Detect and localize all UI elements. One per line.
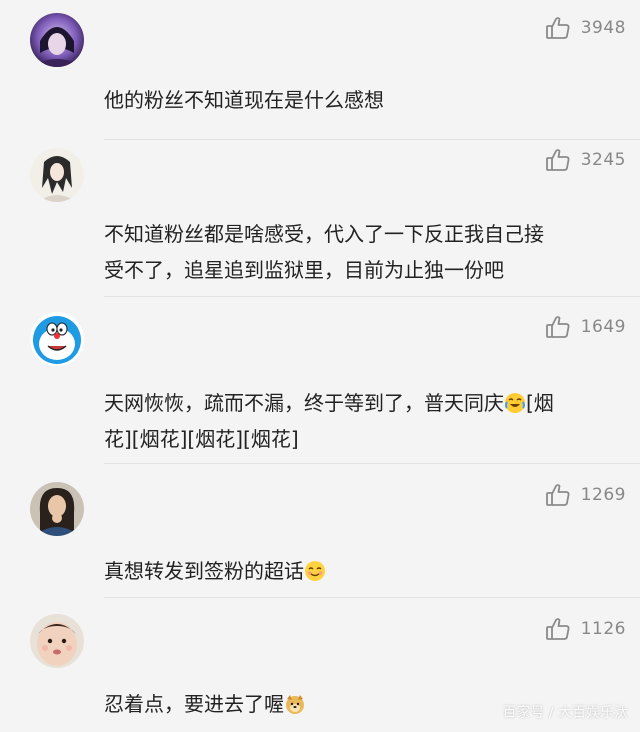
user-avatar[interactable] [30,13,84,67]
comment-text-segment: 忍着点，要进去了喔 [104,692,284,716]
comment-text: 天网恢恢，疏而不漏，终于等到了，普天同庆 [烟 花][烟花][烟花][烟花] [104,385,616,457]
crying-laughing-emoji-icon [504,392,526,414]
comment-text-line: 不知道粉丝都是啥感受，代入了一下反正我自己接 [104,222,544,246]
comment-text-segment: 真想转发到签粉的超话 [104,559,304,583]
like-button[interactable]: 1126 [545,614,626,644]
portrait-purple-avatar-icon [30,13,84,67]
like-button[interactable]: 1269 [545,480,626,510]
user-avatar[interactable] [30,482,84,536]
like-button[interactable]: 1649 [545,312,626,342]
like-count: 1269 [580,485,626,505]
like-count: 1126 [580,619,626,639]
watermark: 百家号 / 大百娱乐汰 [502,705,628,721]
comment-item-3: 1649 天网恢恢，疏而不漏，终于等到了，普天同庆 [烟 花][烟花][烟花][烟… [0,297,640,464]
like-button[interactable]: 3245 [545,145,626,175]
comment-text-line: 花][烟花][烟花][烟花] [104,427,299,451]
comment-text: 他的粉丝不知道现在是什么感想 [104,88,384,112]
comment-text-line: 天网恢恢，疏而不漏，终于等到了，普天同庆 [烟 [104,385,616,421]
doraemon-avatar-icon [30,312,84,366]
comment-text: 真想转发到签粉的超话 [104,553,616,589]
smiling-emoji-icon [304,560,326,582]
like-count: 1649 [580,317,626,337]
thumbs-up-icon [545,15,571,41]
comment-text-segment: 天网恢恢，疏而不漏，终于等到了，普天同庆 [104,391,504,415]
comment-item-2: 3245 不知道粉丝都是啥感受，代入了一下反正我自己接 受不了，追星追到监狱里，… [0,140,640,297]
comment-feed: 3948 他的粉丝不知道现在是什么感想 3245 不知道粉丝都是啥感受，代入了一… [0,0,640,732]
comment-item-4: 1269 真想转发到签粉的超话 [0,464,640,598]
like-count: 3245 [580,150,626,170]
comment-text: 不知道粉丝都是啥感受，代入了一下反正我自己接 受不了，追星追到监狱里，目前为止独… [104,216,616,288]
like-count: 3948 [580,18,626,38]
comment-text-line: 受不了，追星追到监狱里，目前为止独一份吧 [104,258,504,282]
comment-text-segment: [烟 [526,391,554,415]
user-avatar[interactable] [30,148,84,202]
like-button[interactable]: 3948 [545,13,626,43]
user-avatar[interactable] [30,312,84,366]
thumbs-up-icon [545,616,571,642]
thumbs-up-icon [545,314,571,340]
girl-avatar-icon [30,482,84,536]
thumbs-up-icon [545,482,571,508]
comment-item-1: 3948 他的粉丝不知道现在是什么感想 [0,0,640,140]
thumbs-up-icon [545,147,571,173]
ink-drawing-avatar-icon [30,148,84,202]
doge-emoji-icon [284,693,306,715]
child-avatar-icon [30,614,84,668]
user-avatar[interactable] [30,614,84,668]
